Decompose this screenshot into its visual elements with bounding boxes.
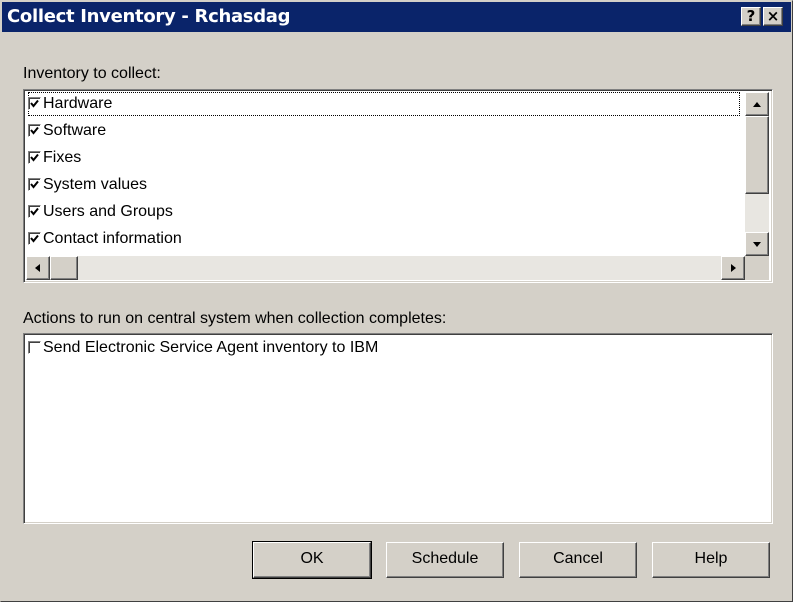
vertical-scrollbar[interactable] bbox=[745, 92, 769, 256]
actions-listbox: Send Electronic Service Agent inventory … bbox=[23, 333, 773, 524]
arrow-up-icon bbox=[753, 102, 761, 107]
scrollbar-corner bbox=[745, 256, 769, 280]
horizontal-scroll-thumb[interactable] bbox=[50, 256, 78, 280]
inventory-item[interactable]: Software bbox=[28, 119, 106, 143]
scroll-down-button[interactable] bbox=[745, 232, 769, 256]
checkbox-label: Software bbox=[43, 122, 107, 139]
arrow-down-icon bbox=[753, 242, 761, 247]
cancel-button[interactable]: Cancel bbox=[519, 542, 637, 578]
checkbox-label: Users and Groups bbox=[43, 203, 173, 220]
arrow-left-icon bbox=[35, 264, 40, 272]
checkbox-label: Contact information bbox=[43, 230, 182, 247]
checkbox[interactable] bbox=[28, 97, 41, 110]
question-mark-icon: ? bbox=[746, 7, 756, 25]
inventory-item[interactable]: System values bbox=[28, 173, 147, 197]
checkbox[interactable] bbox=[28, 124, 41, 137]
actions-label: Actions to run on central system when co… bbox=[23, 310, 447, 327]
scroll-up-button[interactable] bbox=[745, 92, 769, 116]
checkbox-label: Hardware bbox=[43, 95, 113, 112]
close-title-button[interactable]: × bbox=[763, 7, 783, 26]
inventory-label: Inventory to collect: bbox=[23, 65, 161, 82]
window-title: Collect Inventory - Rchasdag bbox=[7, 6, 291, 27]
scroll-right-button[interactable] bbox=[721, 256, 745, 280]
checkbox-label: Fixes bbox=[43, 149, 82, 166]
inventory-item[interactable]: Fixes bbox=[28, 146, 81, 170]
checkbox[interactable] bbox=[28, 341, 41, 354]
checkmark-icon bbox=[30, 180, 39, 189]
checkbox[interactable] bbox=[28, 205, 41, 218]
checkmark-icon bbox=[30, 207, 39, 216]
checkbox[interactable] bbox=[28, 178, 41, 191]
inventory-item[interactable]: Contact information bbox=[28, 227, 182, 251]
collect-inventory-dialog: Collect Inventory - Rchasdag ? × Invento… bbox=[0, 0, 793, 602]
checkmark-icon bbox=[30, 153, 39, 162]
arrow-right-icon bbox=[731, 264, 736, 272]
inventory-item[interactable]: Hardware bbox=[28, 92, 740, 116]
ok-button[interactable]: OK bbox=[252, 541, 372, 579]
checkbox-label: System values bbox=[43, 176, 148, 193]
checkmark-icon bbox=[30, 234, 39, 243]
help-title-button[interactable]: ? bbox=[741, 7, 761, 26]
close-icon: × bbox=[766, 7, 780, 25]
help-button[interactable]: Help bbox=[652, 542, 770, 578]
checkbox[interactable] bbox=[28, 232, 41, 245]
checkmark-icon bbox=[30, 126, 39, 135]
horizontal-scrollbar[interactable] bbox=[26, 256, 745, 280]
title-bar[interactable]: Collect Inventory - Rchasdag ? × bbox=[2, 2, 791, 32]
inventory-listbox: Hardware Software Fixes System values Users … bbox=[23, 89, 773, 283]
checkbox-label: Send Electronic Service Agent inventory … bbox=[43, 339, 379, 356]
scroll-left-button[interactable] bbox=[26, 256, 50, 280]
action-item[interactable]: Send Electronic Service Agent inventory … bbox=[28, 336, 378, 360]
schedule-button[interactable]: Schedule bbox=[386, 542, 504, 578]
vertical-scroll-thumb[interactable] bbox=[745, 116, 769, 194]
checkbox[interactable] bbox=[28, 151, 41, 164]
inventory-item[interactable]: Users and Groups bbox=[28, 200, 173, 224]
checkmark-icon bbox=[30, 99, 39, 108]
